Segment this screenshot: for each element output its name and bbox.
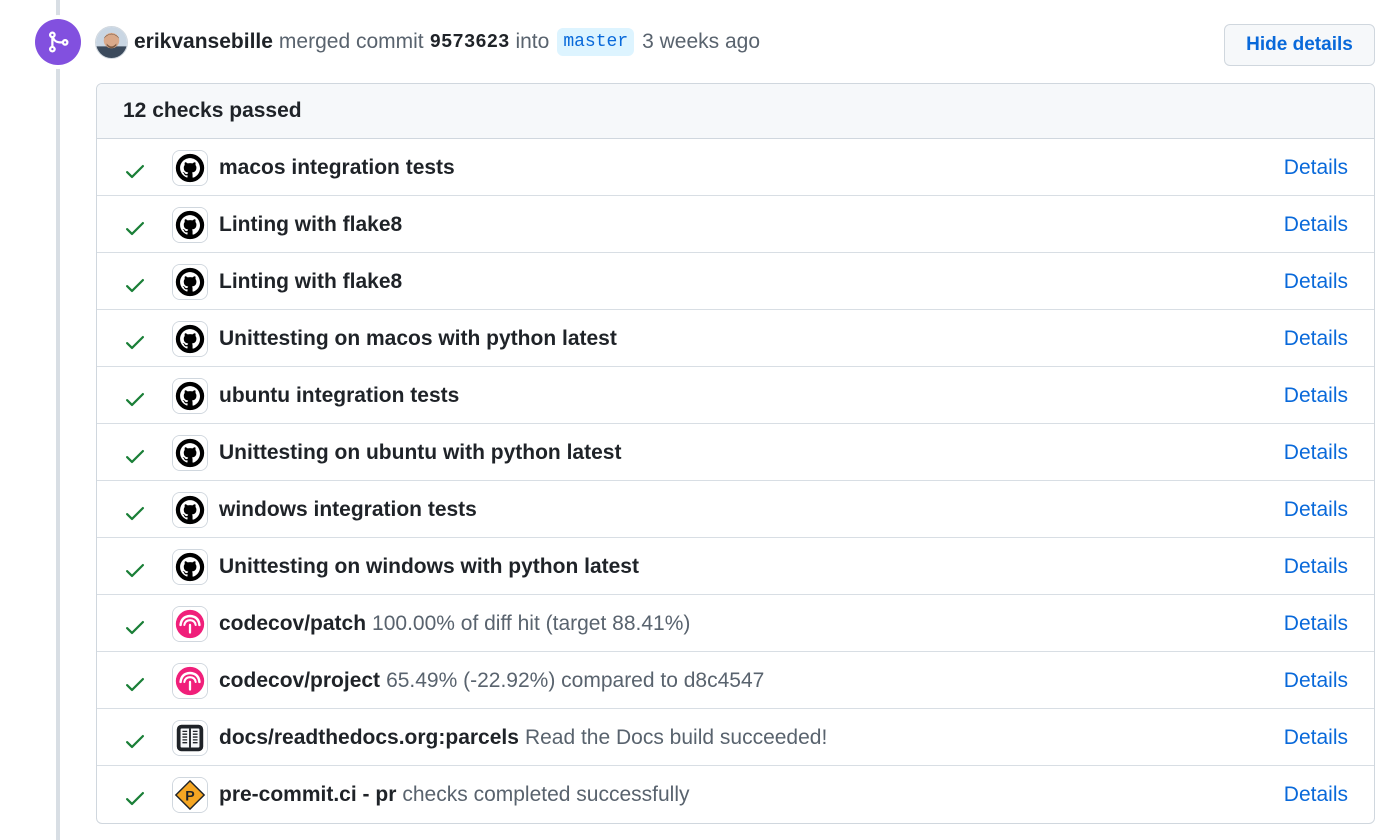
github-icon[interactable] xyxy=(172,207,208,243)
branch-label[interactable]: master xyxy=(557,28,635,56)
check-label: pre-commit.ci - pr checks completed succe… xyxy=(219,766,690,823)
check-row: macos integration tests Details xyxy=(97,139,1374,196)
check-name: pre-commit.ci - pr xyxy=(219,782,397,806)
check-label: macos integration tests xyxy=(219,139,455,196)
check-success-icon xyxy=(123,672,147,696)
check-name: codecov/project xyxy=(219,668,381,692)
codecov-icon[interactable] xyxy=(172,663,208,699)
check-success-icon xyxy=(123,159,147,183)
check-details-link[interactable]: Details xyxy=(1284,538,1348,595)
commit-sha-link[interactable]: 9573623 xyxy=(430,31,510,53)
check-label: Linting with flake8 xyxy=(219,253,402,310)
merge-event-description: erikvansebille merged commit 9573623 int… xyxy=(95,24,760,60)
check-details-link[interactable]: Details xyxy=(1284,196,1348,253)
check-name: Linting with flake8 xyxy=(219,212,403,236)
merge-event-badge xyxy=(35,19,81,65)
check-success-icon xyxy=(123,387,147,411)
check-row: Ppre-commit.ci - pr checks completed succ… xyxy=(97,766,1374,823)
check-name: ubuntu integration tests xyxy=(219,383,460,407)
avatar-image xyxy=(96,26,127,58)
github-icon[interactable] xyxy=(172,264,208,300)
codecov-icon[interactable] xyxy=(172,606,208,642)
check-name: windows integration tests xyxy=(219,497,477,521)
hide-details-button[interactable]: Hide details xyxy=(1224,24,1375,66)
check-success-icon xyxy=(123,729,147,753)
check-success-icon xyxy=(123,501,147,525)
check-success-icon xyxy=(123,558,147,582)
check-label: ubuntu integration tests xyxy=(219,367,459,424)
check-label: codecov/project 65.49% (-22.92%) compared… xyxy=(219,652,764,709)
check-details-link[interactable]: Details xyxy=(1284,709,1348,766)
svg-text:P: P xyxy=(185,789,194,805)
check-details-link[interactable]: Details xyxy=(1284,367,1348,424)
check-description: 100.00% of diff hit (target 88.41%) xyxy=(372,611,691,635)
precommit-icon[interactable]: P xyxy=(172,777,208,813)
github-icon[interactable] xyxy=(172,549,208,585)
check-label: windows integration tests xyxy=(219,481,477,538)
check-success-icon xyxy=(123,615,147,639)
timestamp[interactable]: 3 weeks ago xyxy=(642,30,760,54)
github-icon[interactable] xyxy=(172,150,208,186)
check-details-link[interactable]: Details xyxy=(1284,481,1348,538)
check-label: codecov/patch 100.00% of diff hit (target… xyxy=(219,595,690,652)
check-name: Unittesting on windows with python lates… xyxy=(219,554,639,578)
check-row: Linting with flake8 Details xyxy=(97,196,1374,253)
check-details-link[interactable]: Details xyxy=(1284,595,1348,652)
check-name: docs/readthedocs.org:parcels xyxy=(219,725,519,749)
github-icon[interactable] xyxy=(172,435,208,471)
check-name: Unittesting on ubuntu with python latest xyxy=(219,440,622,464)
check-name: macos integration tests xyxy=(219,155,455,179)
check-success-icon xyxy=(123,216,147,240)
check-success-icon xyxy=(123,330,147,354)
check-row: docs/readthedocs.org:parcels Read the Doc… xyxy=(97,709,1374,766)
check-row: windows integration tests Details xyxy=(97,481,1374,538)
check-details-link[interactable]: Details xyxy=(1284,310,1348,367)
timeline-line xyxy=(56,0,60,840)
checks-summary: 12 checks passed xyxy=(97,84,1374,139)
check-name: Linting with flake8 xyxy=(219,269,403,293)
author-avatar[interactable] xyxy=(95,25,128,59)
check-row: Linting with flake8 Details xyxy=(97,253,1374,310)
check-description: 65.49% (-22.92%) compared to d8c4547 xyxy=(386,668,765,692)
check-row: Unittesting on windows with python lates… xyxy=(97,538,1374,595)
check-details-link[interactable]: Details xyxy=(1284,652,1348,709)
check-row: Unittesting on macos with python latest D… xyxy=(97,310,1374,367)
check-row: Unittesting on ubuntu with python latest… xyxy=(97,424,1374,481)
checks-panel: 12 checks passed macos integration tests… xyxy=(96,83,1375,824)
github-icon[interactable] xyxy=(172,321,208,357)
check-details-link[interactable]: Details xyxy=(1284,766,1348,823)
check-list: macos integration tests Details Linting wi… xyxy=(97,139,1374,823)
github-icon[interactable] xyxy=(172,378,208,414)
author-link[interactable]: erikvansebille xyxy=(134,30,273,54)
check-details-link[interactable]: Details xyxy=(1284,139,1348,196)
check-description: checks completed successfully xyxy=(402,782,690,806)
check-details-link[interactable]: Details xyxy=(1284,253,1348,310)
readthedocs-icon[interactable] xyxy=(172,720,208,756)
check-details-link[interactable]: Details xyxy=(1284,424,1348,481)
check-row: ubuntu integration tests Details xyxy=(97,367,1374,424)
check-label: Unittesting on ubuntu with python latest xyxy=(219,424,621,481)
check-success-icon xyxy=(123,444,147,468)
check-name: codecov/patch xyxy=(219,611,367,635)
github-icon[interactable] xyxy=(172,492,208,528)
check-success-icon xyxy=(123,786,147,810)
check-label: Unittesting on macos with python latest xyxy=(219,310,617,367)
merge-action-text: merged commit xyxy=(278,30,424,53)
into-text: into xyxy=(515,30,550,53)
check-label: Unittesting on windows with python lates… xyxy=(219,538,639,595)
check-description: Read the Docs build succeeded! xyxy=(524,725,828,749)
check-label: docs/readthedocs.org:parcels Read the Doc… xyxy=(219,709,827,766)
check-label: Linting with flake8 xyxy=(219,196,402,253)
check-row: codecov/patch 100.00% of diff hit (target… xyxy=(97,595,1374,652)
check-name: Unittesting on macos with python latest xyxy=(219,326,617,350)
check-success-icon xyxy=(123,273,147,297)
check-row: codecov/project 65.49% (-22.92%) compared… xyxy=(97,652,1374,709)
git-merge-icon xyxy=(49,31,69,53)
